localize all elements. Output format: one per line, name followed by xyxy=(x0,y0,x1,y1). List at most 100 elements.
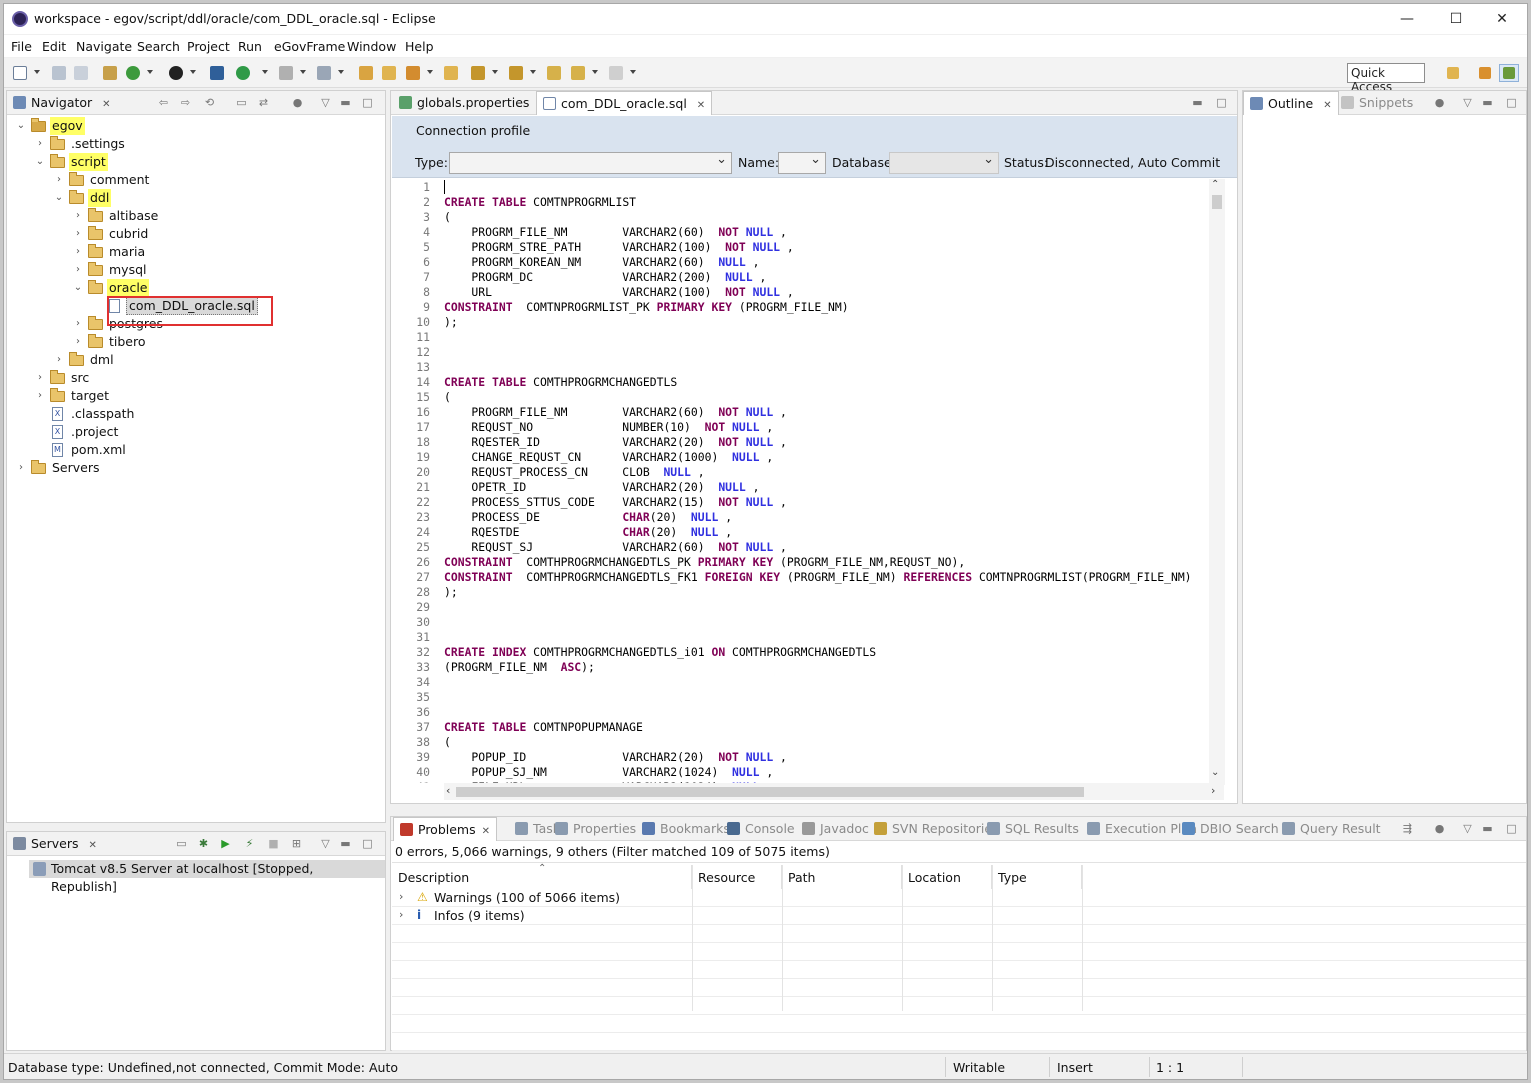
tree-item-pom-xml[interactable]: Mpom.xml xyxy=(7,441,385,459)
view-options-icon[interactable]: ● xyxy=(291,97,304,109)
menu-run[interactable]: Run xyxy=(238,39,262,54)
chevron-right-icon[interactable]: › xyxy=(54,351,64,369)
debug-dropdown-icon[interactable] xyxy=(262,70,268,74)
wand-icon[interactable] xyxy=(406,66,420,80)
close-icon[interactable]: ✕ xyxy=(89,840,97,851)
server-item[interactable]: Tomcat v8.5 Server at localhost [Stopped… xyxy=(29,860,385,894)
view-menu-icon[interactable]: ▽ xyxy=(319,838,332,850)
tab-servers[interactable]: Servers ✕ xyxy=(7,832,103,856)
maximize-view-icon[interactable]: □ xyxy=(361,97,374,109)
tab-dbio-search[interactable]: DBIO Search xyxy=(1176,817,1285,841)
monitor-icon[interactable] xyxy=(210,66,224,80)
search-folder-icon[interactable] xyxy=(444,66,458,80)
back-icon[interactable]: ⇦ xyxy=(157,97,170,109)
close-icon[interactable]: ✕ xyxy=(102,99,110,110)
prev-annotation-dropdown-icon[interactable] xyxy=(530,70,536,74)
scroll-thumb[interactable] xyxy=(456,787,1084,797)
start-server-icon[interactable]: ▶ xyxy=(219,838,232,850)
save-icon[interactable] xyxy=(52,66,66,80)
chevron-right-icon[interactable]: › xyxy=(35,135,45,153)
link-editor-icon[interactable]: ⇄ xyxy=(257,97,270,109)
tree-item-maria[interactable]: › maria xyxy=(7,243,385,261)
minimize-button[interactable]: — xyxy=(1387,8,1427,30)
chevron-right-icon[interactable]: › xyxy=(73,315,83,333)
back-icon[interactable] xyxy=(571,66,585,80)
tab-console[interactable]: Console xyxy=(721,817,801,841)
chevron-right-icon[interactable]: › xyxy=(54,171,64,189)
tab-navigator[interactable]: Navigator ✕ xyxy=(7,91,117,115)
quick-access-field[interactable]: Quick Access xyxy=(1347,63,1425,94)
tab-javadoc[interactable]: Javadoc xyxy=(796,817,875,841)
database-select[interactable] xyxy=(889,152,999,174)
tree-item-cubrid[interactable]: › cubrid xyxy=(7,225,385,243)
chevron-right-icon[interactable]: › xyxy=(399,890,403,903)
scroll-down-icon[interactable]: ⌄ xyxy=(1211,767,1219,778)
stop-icon[interactable] xyxy=(279,66,293,80)
chevron-down-icon[interactable]: ⌄ xyxy=(16,117,26,135)
tree-item-servers[interactable]: › Servers xyxy=(7,459,385,477)
tree-item-script[interactable]: ⌄ script xyxy=(7,153,385,171)
stop-server-icon[interactable]: ■ xyxy=(267,838,280,850)
tab-snippets[interactable]: Snippets xyxy=(1335,91,1419,115)
chevron-right-icon[interactable]: › xyxy=(35,369,45,387)
menu-project[interactable]: Project xyxy=(187,39,230,54)
menu-navigate[interactable]: Navigate xyxy=(76,39,132,54)
refresh-icon[interactable] xyxy=(126,66,140,80)
tab-properties[interactable]: Properties xyxy=(549,817,642,841)
tab-outline[interactable]: Outline ✕ xyxy=(1243,91,1339,115)
column-type[interactable]: Type xyxy=(992,865,1082,889)
tree-item-dml[interactable]: › dml xyxy=(7,351,385,369)
column-resource[interactable]: Resource xyxy=(692,865,782,889)
chevron-right-icon[interactable]: › xyxy=(73,243,83,261)
tab-problems[interactable]: Problems ✕ xyxy=(393,817,498,841)
next-annotation-icon[interactable] xyxy=(471,66,485,80)
perspective-java-button[interactable] xyxy=(1475,64,1495,82)
open-folder-icon[interactable] xyxy=(382,66,396,80)
minimize-view-icon[interactable]: ▬ xyxy=(1481,823,1494,835)
minimize-view-icon[interactable]: ▬ xyxy=(339,97,352,109)
editor-vertical-scrollbar[interactable]: ⌃ ⌄ xyxy=(1209,179,1225,785)
chevron-right-icon[interactable]: › xyxy=(73,207,83,225)
column-location[interactable]: Location xyxy=(902,865,992,889)
new-dropdown-icon[interactable] xyxy=(34,70,40,74)
table-row[interactable]: › i Infos (9 items) xyxy=(392,907,1526,925)
table-row[interactable]: › ⚠ Warnings (100 of 5066 items) xyxy=(392,889,1526,907)
tree-item-altibase[interactable]: › altibase xyxy=(7,207,385,225)
forward-icon[interactable]: ⇨ xyxy=(179,97,192,109)
tab-query-result[interactable]: Query Result xyxy=(1276,817,1387,841)
chevron-down-icon[interactable]: ⌄ xyxy=(73,279,83,297)
menu-egovframe[interactable]: eGovFrame xyxy=(274,39,345,54)
maximize-view-icon[interactable]: □ xyxy=(361,838,374,850)
profile-server-icon[interactable]: ⚡ xyxy=(243,838,256,850)
chevron-right-icon[interactable]: › xyxy=(73,261,83,279)
tab-com-ddl-oracle-sql[interactable]: com_DDL_oracle.sql ✕ xyxy=(536,91,713,115)
chevron-right-icon[interactable]: › xyxy=(16,459,26,477)
tree-item-tibero[interactable]: › tibero xyxy=(7,333,385,351)
server-icon[interactable] xyxy=(317,66,331,80)
chevron-right-icon[interactable]: › xyxy=(73,333,83,351)
scroll-thumb[interactable] xyxy=(1212,195,1222,209)
close-icon[interactable]: ✕ xyxy=(697,100,705,111)
collapse-all-icon[interactable]: ▭ xyxy=(235,97,248,109)
user-dropdown-icon[interactable] xyxy=(190,70,196,74)
name-select[interactable] xyxy=(778,152,826,174)
open-perspective-button[interactable] xyxy=(1443,64,1463,82)
up-icon[interactable]: ⟲ xyxy=(203,97,216,109)
tree-item-target[interactable]: › target xyxy=(7,387,385,405)
chevron-down-icon[interactable]: ⌄ xyxy=(35,153,45,171)
column-description[interactable]: Description ⌃ xyxy=(392,863,692,889)
publish-icon[interactable]: ⊞ xyxy=(290,838,303,850)
close-icon[interactable]: ✕ xyxy=(1323,100,1331,111)
focus-icon[interactable]: ⇶ xyxy=(1401,823,1414,835)
tab-sql-results[interactable]: SQL Results xyxy=(981,817,1085,841)
save-all-icon[interactable] xyxy=(74,66,88,80)
view-menu-icon[interactable]: ▽ xyxy=(1461,823,1474,835)
menu-window[interactable]: Window xyxy=(347,39,396,54)
debug-icon[interactable] xyxy=(236,66,250,80)
close-button[interactable]: ✕ xyxy=(1482,8,1522,30)
tree-item-classpath[interactable]: X .classpath xyxy=(7,405,385,423)
maximize-button[interactable]: ☐ xyxy=(1436,8,1476,30)
debug-server-icon[interactable]: ✱ xyxy=(197,838,210,850)
next-annotation-dropdown-icon[interactable] xyxy=(492,70,498,74)
maximize-view-icon[interactable]: □ xyxy=(1505,823,1518,835)
